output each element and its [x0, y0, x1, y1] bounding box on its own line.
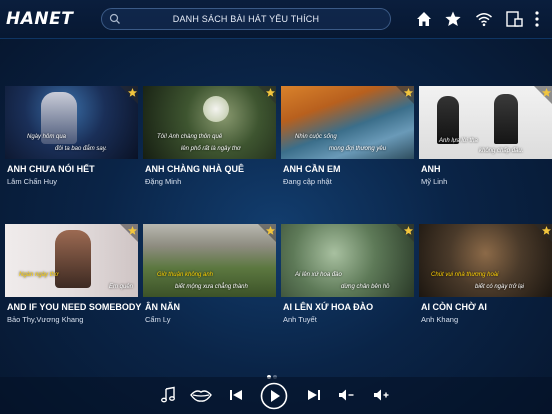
- song-card[interactable]: Tôi! Anh chàng thôn quê lên phố rất là n…: [143, 86, 276, 190]
- song-card[interactable]: Anh lựa lời tha không chấp đâu. ANH Mỹ L…: [419, 86, 552, 190]
- song-title: ANH CẦN EM: [283, 164, 341, 174]
- lyric-line: Chút vui nhà thương hoài: [431, 272, 499, 278]
- lyric-line: lên phố rất là ngây thơ: [181, 146, 241, 152]
- song-card[interactable]: Giờ thuận không anh biết mộng xưa chẳng …: [143, 224, 276, 328]
- song-thumbnail[interactable]: Chút vui nhà thương hoài biết có ngày tr…: [419, 224, 552, 297]
- favorite-star-icon[interactable]: [120, 224, 138, 242]
- song-thumbnail[interactable]: Ngày hôm qua đôi ta bao đắm say.: [5, 86, 138, 159]
- song-title: ANH CHÀNG NHÀ QUÊ: [145, 164, 244, 174]
- search-label: DANH SÁCH BÀI HÁT YÊU THÍCH: [172, 14, 320, 24]
- app-logo: HANET: [6, 9, 74, 29]
- song-title: AND IF YOU NEED SOMEBODY: [7, 302, 142, 312]
- top-bar: HANET DANH SÁCH BÀI HÁT YÊU THÍCH: [0, 0, 552, 39]
- favorite-star-icon[interactable]: [396, 224, 414, 242]
- next-icon[interactable]: [305, 386, 323, 404]
- song-thumbnail[interactable]: Anh lựa lời tha không chấp đâu.: [419, 86, 552, 159]
- flower-image: [203, 96, 229, 122]
- song-title: AI CÒN CHỜ AI: [421, 302, 487, 312]
- wifi-icon[interactable]: [475, 10, 493, 28]
- lyric-line: Ai lên xứ hoa đào: [295, 272, 342, 278]
- favorite-star-icon[interactable]: [120, 86, 138, 104]
- player-controls: [0, 377, 552, 414]
- lyric-line: Ngàn ngày thơ: [19, 272, 59, 278]
- song-artist: Đang cập nhật: [283, 177, 332, 186]
- vocal-lips-icon[interactable]: [190, 386, 212, 404]
- song-card[interactable]: Nhìn cuộc sống mong đợi thương yêu ANH C…: [281, 86, 414, 190]
- song-thumbnail[interactable]: Nhìn cuộc sống mong đợi thương yêu: [281, 86, 414, 159]
- volume-up-icon[interactable]: [372, 386, 390, 404]
- star-icon[interactable]: [444, 10, 462, 28]
- song-artist: Bảo Thy,Vương Khang: [7, 315, 84, 324]
- lyric-line: Em quên: [109, 284, 134, 290]
- lyric-line: Giờ thuận không anh: [157, 272, 214, 278]
- volume-down-icon[interactable]: [337, 386, 355, 404]
- favorite-star-icon[interactable]: [534, 86, 552, 104]
- lyric-line: Nhìn cuộc sống: [295, 134, 337, 140]
- search-bar[interactable]: DANH SÁCH BÀI HÁT YÊU THÍCH: [101, 8, 391, 30]
- singer-image: [55, 230, 91, 288]
- song-thumbnail[interactable]: Tôi! Anh chàng thôn quê lên phố rất là n…: [143, 86, 276, 159]
- lyric-line: mong đợi thương yêu: [329, 146, 387, 152]
- lyric-line: Tôi! Anh chàng thôn quê: [157, 134, 223, 140]
- song-card[interactable]: Ngày hôm qua đôi ta bao đắm say. ANH CHƯ…: [5, 86, 138, 190]
- lyric-line: biết có ngày trở lại: [475, 284, 524, 290]
- favorite-star-icon[interactable]: [258, 86, 276, 104]
- song-artist: Mỹ Linh: [421, 177, 448, 186]
- song-artist: Đặng Minh: [145, 177, 182, 186]
- device-icon[interactable]: [505, 10, 523, 28]
- song-card[interactable]: Chút vui nhà thương hoài biết có ngày tr…: [419, 224, 552, 328]
- lyric-line: Ngày hôm qua: [27, 134, 67, 140]
- home-icon[interactable]: [415, 10, 433, 28]
- song-artist: Cẩm Ly: [145, 315, 171, 324]
- favorite-star-icon[interactable]: [258, 224, 276, 242]
- song-title: ANH: [421, 164, 441, 174]
- song-artist: Lâm Chấn Huy: [7, 177, 58, 186]
- song-title: AI LÊN XỨ HOA ĐÀO: [283, 302, 374, 312]
- singer-image: [494, 94, 518, 144]
- song-title: ANH CHƯA NÓI HẾT: [7, 164, 95, 174]
- song-thumbnail[interactable]: Ai lên xứ hoa đào dừng chân bên hồ: [281, 224, 414, 297]
- play-icon[interactable]: [260, 382, 288, 410]
- lyric-line: không chấp đâu.: [479, 148, 524, 154]
- lyric-line: đôi ta bao đắm say.: [55, 146, 107, 152]
- song-thumbnail[interactable]: Ngàn ngày thơ Em quên: [5, 224, 138, 297]
- singer-image: [437, 96, 459, 144]
- lyric-line: biết mộng xưa chẳng thành: [175, 284, 248, 290]
- music-note-icon[interactable]: [159, 386, 177, 404]
- song-card[interactable]: Ngàn ngày thơ Em quên AND IF YOU NEED SO…: [5, 224, 142, 328]
- lyric-line: Anh lựa lời tha: [439, 138, 478, 144]
- song-artist: Anh Khang: [421, 315, 459, 324]
- previous-icon[interactable]: [227, 386, 245, 404]
- song-title: ÂN NĂN: [145, 302, 180, 312]
- song-thumbnail[interactable]: Giờ thuận không anh biết mộng xưa chẳng …: [143, 224, 276, 297]
- song-artist: Anh Tuyết: [283, 315, 317, 324]
- favorite-star-icon[interactable]: [534, 224, 552, 242]
- more-vertical-icon[interactable]: [530, 10, 544, 28]
- song-card[interactable]: Ai lên xứ hoa đào dừng chân bên hồ AI LÊ…: [281, 224, 414, 328]
- favorite-star-icon[interactable]: [396, 86, 414, 104]
- lyric-line: dừng chân bên hồ: [341, 284, 390, 290]
